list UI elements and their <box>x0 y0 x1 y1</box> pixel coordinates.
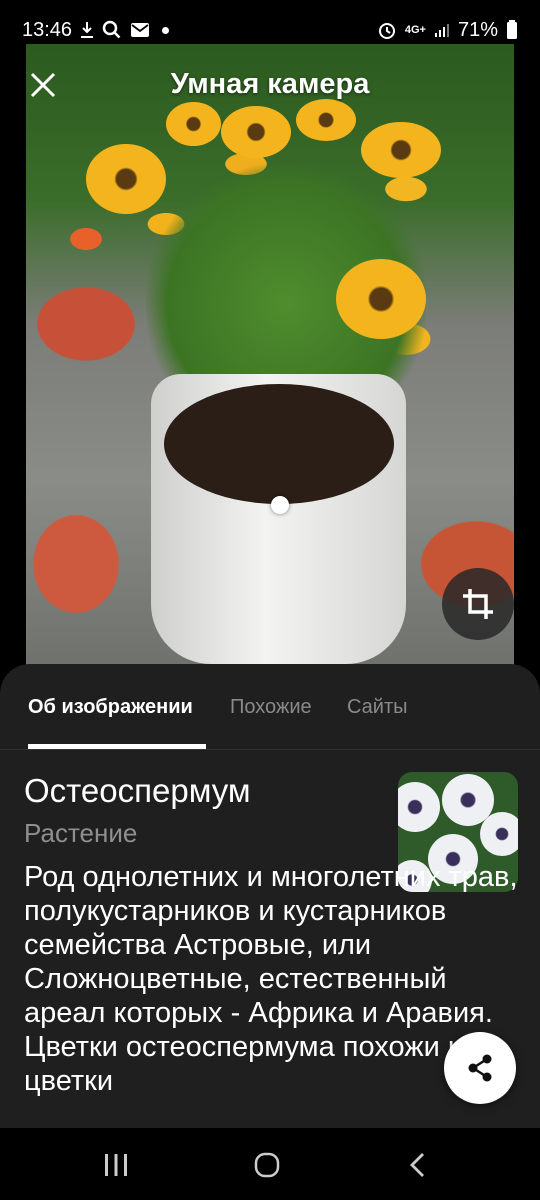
back-icon <box>410 1153 424 1177</box>
flower <box>296 99 356 141</box>
flower <box>336 259 426 339</box>
thumbnail-flower <box>480 812 518 856</box>
focus-point[interactable] <box>271 496 289 514</box>
recents-icon <box>105 1154 127 1176</box>
active-tab-indicator <box>28 744 206 749</box>
recents-button[interactable] <box>96 1150 136 1180</box>
share-button[interactable] <box>444 1032 516 1104</box>
notification-dot <box>162 26 170 34</box>
tab-bar: Об изображении Похожие Сайты <box>0 664 540 750</box>
tab-sites[interactable]: Сайты <box>347 696 408 719</box>
captured-photo[interactable] <box>26 44 514 668</box>
flower <box>166 102 221 146</box>
status-time: 13:46 <box>22 18 73 41</box>
status-left: 13:46 <box>22 18 170 42</box>
crop-icon <box>463 589 493 619</box>
home-icon <box>254 1152 280 1178</box>
battery-icon <box>506 20 518 40</box>
tab-similar[interactable]: Похожие <box>230 696 312 719</box>
signal-icon <box>434 22 450 38</box>
back-button[interactable] <box>398 1150 438 1180</box>
status-right: 4G+ 71% <box>377 19 518 42</box>
home-button[interactable] <box>247 1150 287 1180</box>
navigation-bar <box>0 1128 540 1200</box>
flower <box>86 144 166 214</box>
tab-about-image[interactable]: Об изображении <box>28 696 193 719</box>
viewer-title: Умная камера <box>170 68 370 100</box>
alarm-icon <box>377 20 397 40</box>
flower <box>221 106 291 158</box>
thumbnail-flower <box>398 782 440 832</box>
result-title: Остеоспермум <box>24 772 251 809</box>
search-icon <box>102 20 122 40</box>
result-subtitle: Растение <box>24 818 138 848</box>
crop-button[interactable] <box>442 568 514 640</box>
pot-soil <box>164 384 394 504</box>
mail-icon <box>130 21 150 39</box>
result-header: Остеоспермум Растение <box>24 772 384 849</box>
flower <box>361 122 441 178</box>
share-icon <box>468 1054 492 1082</box>
network-type: 4G+ <box>404 24 426 36</box>
battery-percent: 71% <box>457 18 498 41</box>
download-icon <box>80 21 94 39</box>
